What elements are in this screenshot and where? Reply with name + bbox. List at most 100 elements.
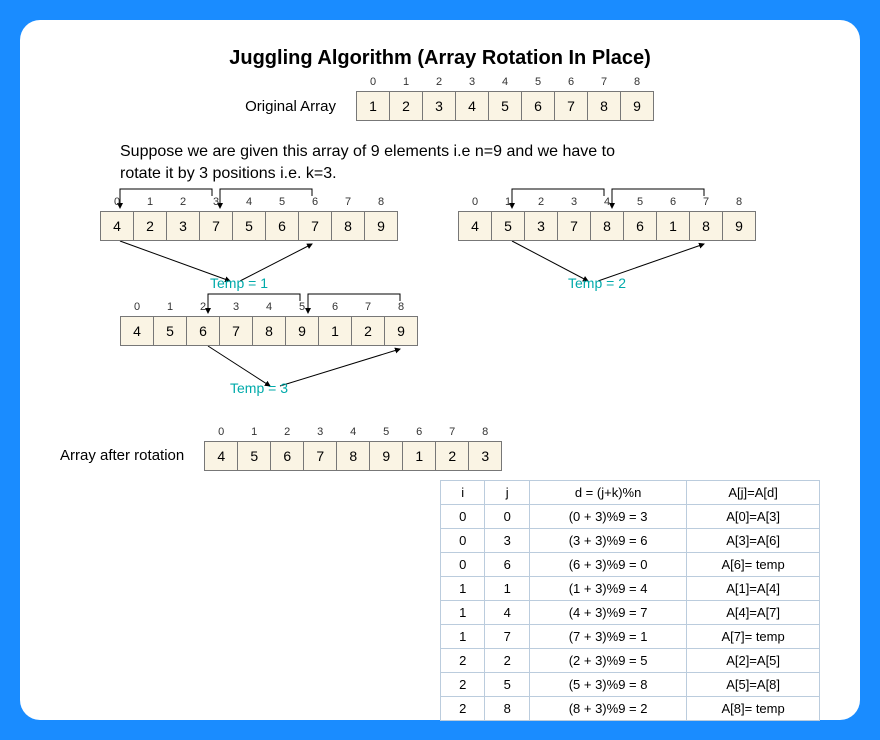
array-final: 405162738495162738	[204, 441, 502, 471]
temp-label-3: Temp = 3	[230, 380, 288, 396]
array-index: 3	[456, 76, 488, 88]
array-index: 6	[403, 426, 435, 438]
array-cell: 62	[186, 316, 220, 346]
array-index: 4	[489, 76, 521, 88]
table-cell: 2	[441, 649, 485, 673]
array-index: 8	[385, 301, 417, 313]
table-cell: 1	[441, 601, 485, 625]
array-cell: 98	[364, 211, 398, 241]
array-cell: 10	[356, 91, 390, 121]
table-cell: 4	[485, 601, 529, 625]
table-cell: (4 + 3)%9 = 7	[529, 601, 686, 625]
array-index: 5	[624, 196, 656, 208]
table-row: 22(2 + 3)%9 = 5A[2]=A[5]	[441, 649, 820, 673]
array-index: 1	[134, 196, 166, 208]
array-index: 0	[357, 76, 389, 88]
array-index: 8	[469, 426, 501, 438]
table-cell: A[0]=A[3]	[687, 505, 820, 529]
array-index: 7	[690, 196, 722, 208]
array-cell: 76	[298, 211, 332, 241]
array-cell: 73	[219, 316, 253, 346]
array-index: 8	[365, 196, 397, 208]
array-cell: 51	[153, 316, 187, 346]
step-diagrams-row1: 402132735465768798 Temp = 1 405132738465…	[100, 211, 820, 296]
table-header-cell: A[j]=A[d]	[687, 481, 820, 505]
array-index: 6	[555, 76, 587, 88]
table-cell: 2	[441, 673, 485, 697]
array-index: 3	[304, 426, 336, 438]
description: Suppose we are given this array of 9 ele…	[120, 141, 620, 186]
array-cell: 27	[435, 441, 469, 471]
array-index: 6	[657, 196, 689, 208]
table-cell: 0	[441, 529, 485, 553]
table-cell: A[1]=A[4]	[687, 577, 820, 601]
array-index: 7	[332, 196, 364, 208]
table-cell: (6 + 3)%9 = 0	[529, 553, 686, 577]
array-cell: 32	[422, 91, 456, 121]
array-step3: 405162738495162798	[120, 316, 502, 346]
array-index: 5	[370, 426, 402, 438]
table-cell: 2	[441, 697, 485, 721]
array-cell: 62	[270, 441, 304, 471]
array-step1: 402132735465768798	[100, 211, 398, 241]
table-cell: A[3]=A[6]	[687, 529, 820, 553]
array-cell: 38	[468, 441, 502, 471]
table-row: 28(8 + 3)%9 = 2A[8]= temp	[441, 697, 820, 721]
table-cell: A[2]=A[5]	[687, 649, 820, 673]
table-cell: (0 + 3)%9 = 3	[529, 505, 686, 529]
table-cell: A[4]=A[7]	[687, 601, 820, 625]
array-index: 0	[459, 196, 491, 208]
array-cell: 87	[331, 211, 365, 241]
array-index: 6	[319, 301, 351, 313]
array-cell: 54	[232, 211, 266, 241]
array-index: 4	[591, 196, 623, 208]
array-cell: 40	[458, 211, 492, 241]
table-header-cell: j	[485, 481, 529, 505]
array-index: 8	[621, 76, 653, 88]
table-cell: 0	[441, 553, 485, 577]
array-original: 102132435465768798	[356, 91, 654, 121]
array-cell: 84	[336, 441, 370, 471]
array-cell: 73	[199, 211, 233, 241]
array-index: 3	[558, 196, 590, 208]
array-index: 0	[205, 426, 237, 438]
array-cell: 73	[557, 211, 591, 241]
array-cell: 40	[100, 211, 134, 241]
table-cell: (7 + 3)%9 = 1	[529, 625, 686, 649]
table-header-cell: d = (j+k)%n	[529, 481, 686, 505]
array-cell: 98	[384, 316, 418, 346]
array-cell: 84	[590, 211, 624, 241]
table-row: 03(3 + 3)%9 = 6A[3]=A[6]	[441, 529, 820, 553]
array-cell: 65	[623, 211, 657, 241]
array-cell: 40	[204, 441, 238, 471]
diagram-step2: 405132738465168798 Temp = 2	[458, 211, 756, 296]
table-row: 06(6 + 3)%9 = 0A[6]= temp	[441, 553, 820, 577]
table-cell: 1	[441, 625, 485, 649]
array-index: 7	[588, 76, 620, 88]
array-cell: 32	[524, 211, 558, 241]
temp-label-2: Temp = 2	[568, 275, 626, 291]
array-cell: 27	[351, 316, 385, 346]
array-cell: 95	[369, 441, 403, 471]
array-cell: 32	[166, 211, 200, 241]
table-cell: 1	[485, 577, 529, 601]
array-cell: 73	[303, 441, 337, 471]
original-row: Original Array 102132435465768798	[60, 91, 820, 121]
table-cell: A[5]=A[8]	[687, 673, 820, 697]
array-index: 4	[337, 426, 369, 438]
array-cell: 54	[488, 91, 522, 121]
table-cell: 6	[485, 553, 529, 577]
array-cell: 98	[722, 211, 756, 241]
table-cell: (3 + 3)%9 = 6	[529, 529, 686, 553]
array-index: 3	[200, 196, 232, 208]
final-row: Array after rotation 405162738495162738	[60, 441, 502, 471]
array-index: 1	[238, 426, 270, 438]
array-index: 1	[390, 76, 422, 88]
array-cell: 87	[689, 211, 723, 241]
temp-label-1: Temp = 1	[210, 275, 268, 291]
content-card: Juggling Algorithm (Array Rotation In Pl…	[20, 20, 860, 720]
array-cell: 40	[120, 316, 154, 346]
array-index: 6	[299, 196, 331, 208]
table-row: 14(4 + 3)%9 = 7A[4]=A[7]	[441, 601, 820, 625]
diagram-step1: 402132735465768798 Temp = 1	[100, 211, 398, 296]
